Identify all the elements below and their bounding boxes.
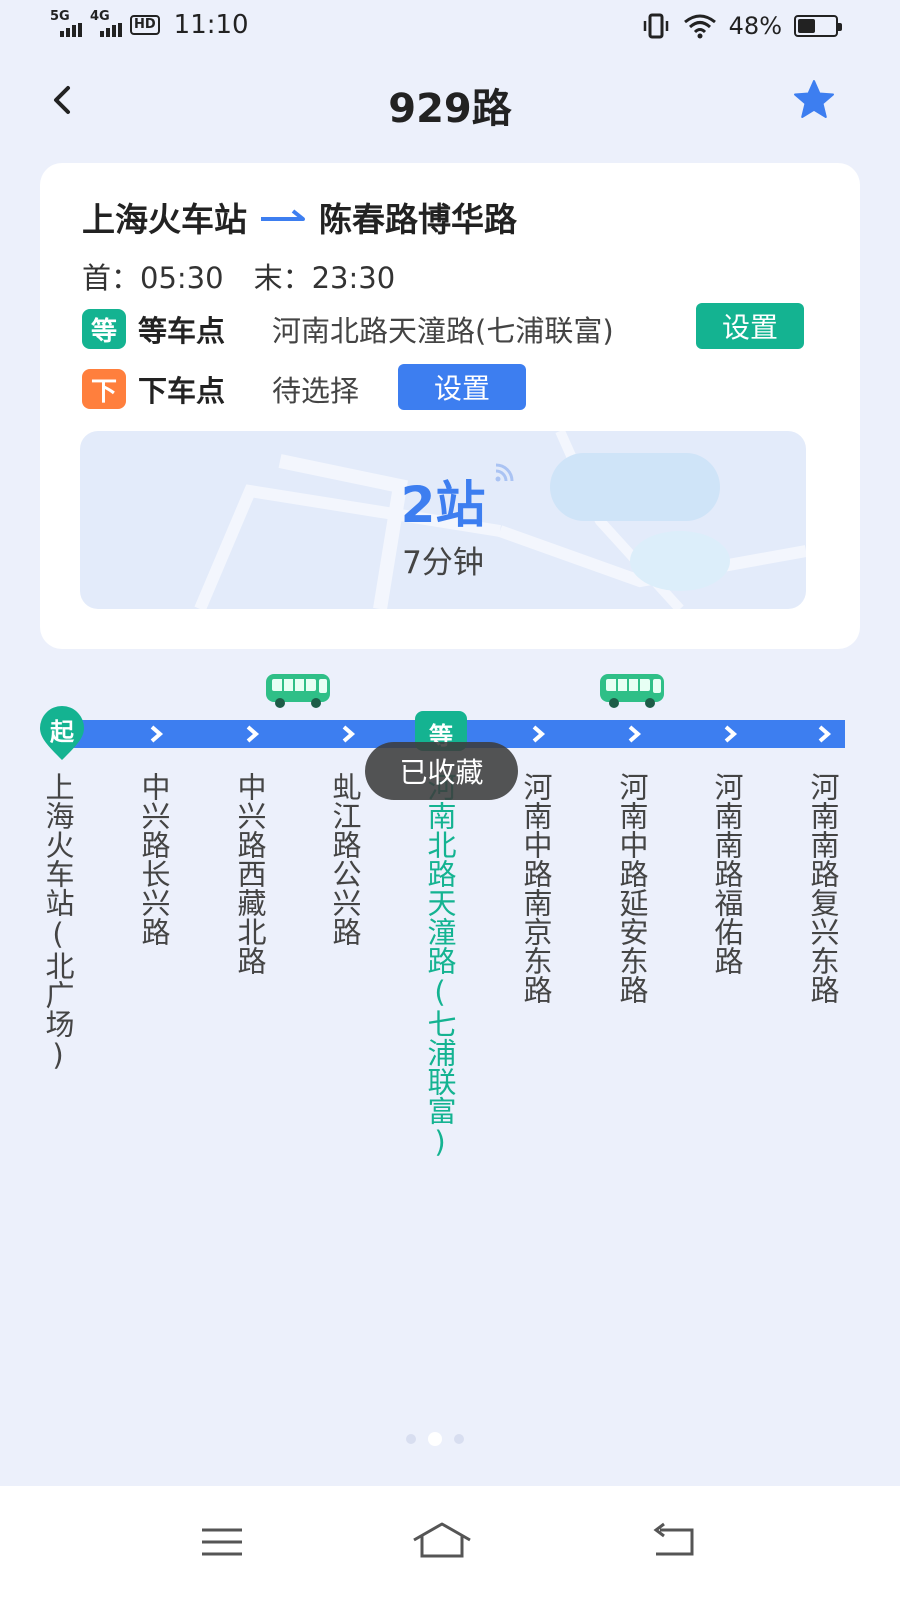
battery-icon <box>794 15 842 37</box>
page-dot <box>406 1434 416 1444</box>
page-title: 929路 <box>388 86 512 132</box>
chevron-right-icon <box>724 725 738 743</box>
stop-name[interactable]: 虬江路公兴路 <box>325 772 365 946</box>
page-dot-active <box>428 1432 442 1446</box>
route-destination: 陈春路博华路 <box>319 200 517 239</box>
page-indicator <box>406 1432 464 1446</box>
stop-name[interactable]: 河南南路复兴东路 <box>803 772 843 1004</box>
page-dot <box>454 1434 464 1444</box>
hd-voice-icon: HD <box>130 15 160 35</box>
system-nav-bar <box>0 1486 900 1600</box>
chevron-right-icon <box>532 725 546 743</box>
header: 929路 <box>0 62 900 142</box>
arrow-right-icon <box>261 209 305 221</box>
boarding-label: 等车点 <box>138 314 226 348</box>
boarding-row: 等 等车点 河南北路天潼路(七浦联富) <box>82 308 614 350</box>
chevron-right-icon <box>246 725 260 743</box>
start-marker: 起 <box>38 706 86 762</box>
start-marker-label: 起 <box>50 718 74 746</box>
boarding-tag: 等 <box>82 309 126 349</box>
menu-icon[interactable] <box>192 1516 252 1566</box>
stop-name[interactable]: 中兴路西藏北路 <box>230 772 270 975</box>
stop-name-current[interactable]: 河南北路天潼路(七浦联富) <box>420 772 460 1159</box>
chevron-right-icon <box>150 725 164 743</box>
route-origin: 上海火车站 <box>82 200 247 239</box>
chevron-right-icon <box>628 725 642 743</box>
route-direction: 上海火车站 陈春路博华路 <box>82 193 517 241</box>
stop-name[interactable]: 上海火车站(北广场) <box>38 772 78 1072</box>
alighting-stop: 待选择 <box>272 374 360 408</box>
star-icon[interactable] <box>790 76 838 124</box>
status-left: 5G 4G HD 11:10 <box>50 9 249 40</box>
alighting-row: 下 下车点 待选择 <box>82 368 359 410</box>
stop-name[interactable]: 中兴路长兴路 <box>134 772 174 946</box>
signal-5g-icon: 5G <box>50 9 82 37</box>
stop-name[interactable]: 河南中路南京东路 <box>516 772 556 1004</box>
toast-message: 已收藏 <box>365 742 518 800</box>
stop-name[interactable]: 河南南路福佑路 <box>707 772 747 975</box>
status-bar: 5G 4G HD 11:10 48% <box>0 0 900 56</box>
network-type-4g: 4G <box>90 9 110 24</box>
service-times: 首：05:30 末：23:30 <box>82 255 395 297</box>
alighting-tag: 下 <box>82 369 126 409</box>
vibrate-icon <box>643 13 668 39</box>
route-card: 上海火车站 陈春路博华路 首：05:30 末：23:30 等 等车点 河南北路天… <box>40 163 860 649</box>
chevron-right-icon <box>818 725 832 743</box>
return-icon[interactable] <box>646 1516 706 1566</box>
first-bus-time: 首：05:30 <box>82 261 224 295</box>
stop-name[interactable]: 河南中路延安东路 <box>612 772 652 1004</box>
boarding-stop: 河南北路天潼路(七浦联富) <box>272 314 614 348</box>
set-boarding-button[interactable]: 设置 <box>696 303 804 349</box>
network-type-5g: 5G <box>50 9 70 24</box>
realtime-signal-icon <box>495 463 514 482</box>
bus-icon[interactable] <box>264 670 334 710</box>
last-bus-time: 末：23:30 <box>253 261 396 295</box>
status-right: 48% <box>641 12 842 40</box>
eta-minutes: 7分钟 <box>402 545 484 581</box>
signal-4g-icon: 4G <box>90 9 122 37</box>
eta-panel: 2站 7分钟 <box>80 431 806 609</box>
alighting-label: 下车点 <box>138 374 226 408</box>
chevron-right-icon <box>342 725 356 743</box>
status-time: 11:10 <box>173 10 249 40</box>
set-alighting-button[interactable]: 设置 <box>398 364 526 410</box>
wifi-icon <box>683 14 716 39</box>
eta-stops: 2站 <box>400 476 486 534</box>
battery-percent: 48% <box>728 12 782 40</box>
home-icon[interactable] <box>410 1516 474 1566</box>
bus-icon[interactable] <box>598 670 668 710</box>
